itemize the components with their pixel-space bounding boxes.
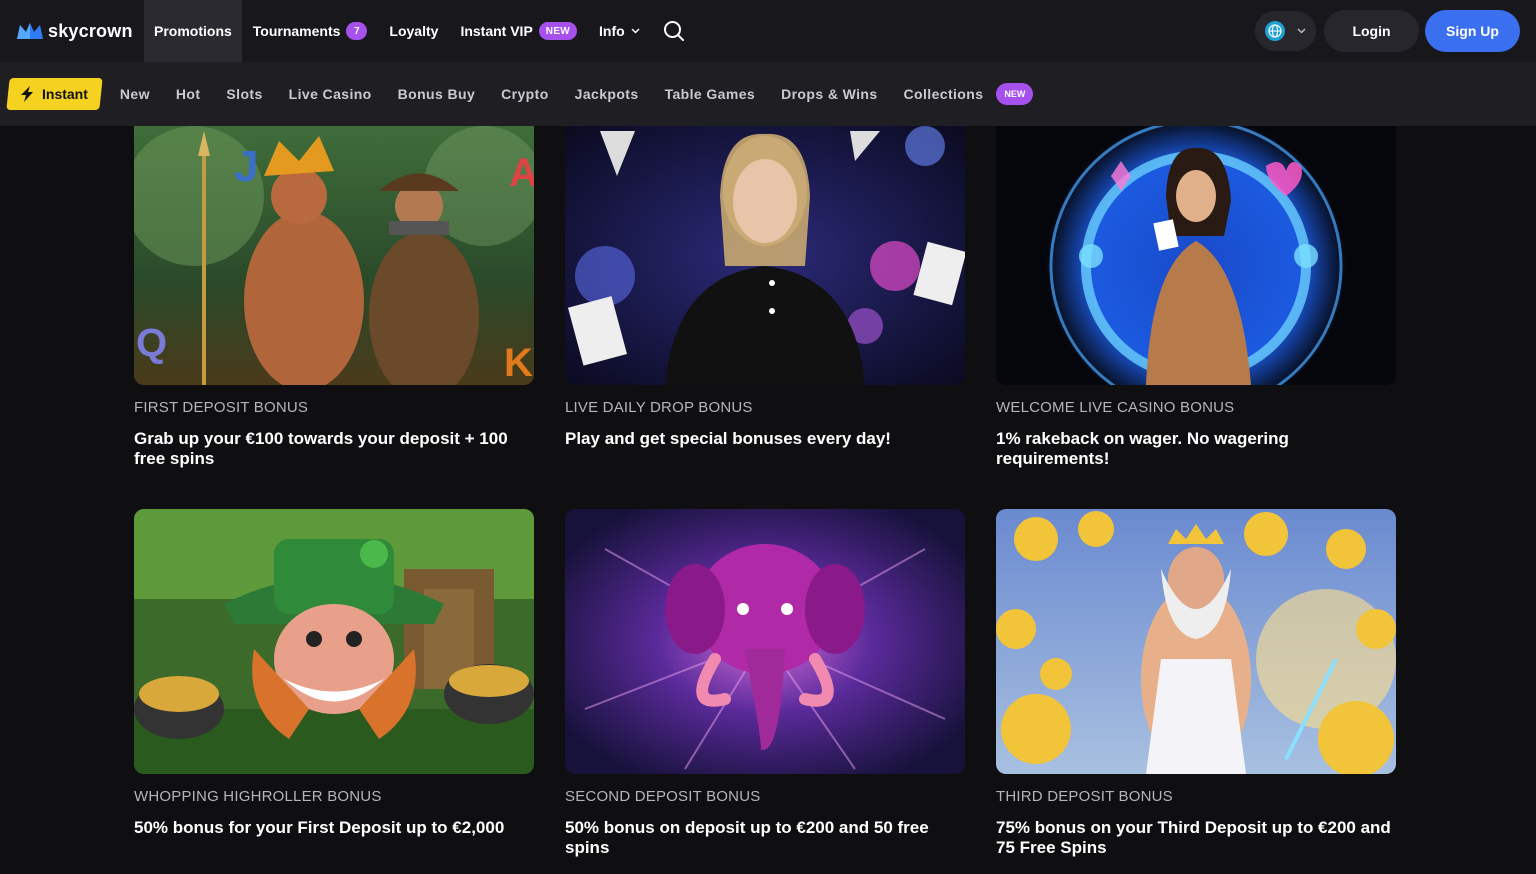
top-navigation: skycrown Promotions Tournaments 7 Loyalt…: [0, 0, 1536, 62]
nav-loyalty-label: Loyalty: [389, 23, 439, 39]
nav-tournaments-label: Tournaments: [252, 23, 341, 39]
category-instant[interactable]: Instant: [6, 78, 103, 110]
account-actions: Login Sign Up: [1255, 10, 1536, 52]
svg-text:K: K: [504, 341, 533, 385]
promo-card[interactable]: WELCOME LIVE CASINO BONUS 1% rakeback on…: [996, 126, 1396, 469]
category-hot[interactable]: Hot: [163, 86, 214, 102]
promo-title: 50% bonus for your First Deposit up to €…: [134, 818, 505, 837]
category-table-games[interactable]: Table Games: [652, 86, 769, 102]
nav-promotions[interactable]: Promotions: [144, 0, 242, 62]
nav-loyalty[interactable]: Loyalty: [378, 0, 449, 62]
category-jackpots[interactable]: Jackpots: [562, 86, 652, 102]
promo-image-zeus: [996, 509, 1396, 774]
chevron-down-icon: [631, 28, 640, 34]
login-button[interactable]: Login: [1324, 10, 1419, 52]
category-slots[interactable]: Slots: [213, 86, 275, 102]
promo-kicker: WHOPPING HIGHROLLER BONUS: [134, 788, 382, 805]
crown-logo-icon: [17, 23, 43, 39]
promo-kicker: LIVE DAILY DROP BONUS: [565, 399, 753, 416]
category-instant-label: Instant: [42, 86, 88, 102]
brand-name: skycrown: [48, 20, 133, 41]
promo-image-purple-mammoth: [565, 509, 965, 774]
promo-title: 50% bonus on deposit up to €200 and 50 f…: [565, 818, 929, 857]
promo-card[interactable]: SECOND DEPOSIT BONUS 50% bonus on deposi…: [565, 509, 965, 858]
promo-image-leprechaun: [134, 509, 534, 774]
collections-new-badge: NEW: [996, 83, 1034, 105]
nav-tournaments[interactable]: Tournaments 7: [242, 0, 379, 62]
nav-info-dropdown[interactable]: Info: [588, 0, 651, 62]
promo-title: Grab up your €100 towards your deposit +…: [134, 429, 508, 468]
promo-kicker: FIRST DEPOSIT BONUS: [134, 399, 309, 416]
promo-title: Play and get special bonuses every day!: [565, 429, 891, 448]
instant-vip-new-badge: NEW: [538, 22, 578, 40]
category-new[interactable]: New: [107, 86, 163, 102]
tournaments-count-badge: 7: [346, 22, 368, 40]
category-bar: Instant New Hot Slots Live Casino Bonus …: [0, 62, 1536, 126]
search-button[interactable]: [651, 0, 697, 62]
brand-logo[interactable]: skycrown: [0, 0, 144, 62]
category-bonus-buy[interactable]: Bonus Buy: [385, 86, 489, 102]
promo-image-live-dealer: [565, 126, 965, 385]
promo-card[interactable]: LIVE DAILY DROP BONUS Play and get speci…: [565, 126, 965, 469]
promo-card[interactable]: THIRD DEPOSIT BONUS 75% bonus on your Th…: [996, 509, 1396, 858]
category-drops-wins[interactable]: Drops & Wins: [768, 86, 890, 102]
promo-card[interactable]: J A Q K FIRST DEPOSIT BONUS Grab up your…: [134, 126, 534, 469]
signup-button[interactable]: Sign Up: [1425, 10, 1520, 52]
promo-title: 1% rakeback on wager. No wagering requir…: [996, 429, 1289, 468]
promo-card[interactable]: WHOPPING HIGHROLLER BONUS 50% bonus for …: [134, 509, 534, 858]
search-icon: [663, 21, 684, 41]
promo-kicker: THIRD DEPOSIT BONUS: [996, 788, 1173, 805]
nav-info-label: Info: [599, 23, 625, 39]
language-selector[interactable]: [1255, 11, 1316, 51]
promo-title: 75% bonus on your Third Deposit up to €2…: [996, 818, 1391, 857]
nav-instant-vip-label: Instant VIP: [460, 23, 533, 39]
promo-image-jungle-warrior: J A Q K: [134, 126, 534, 385]
category-live-casino[interactable]: Live Casino: [276, 86, 385, 102]
promo-kicker: SECOND DEPOSIT BONUS: [565, 788, 761, 805]
svg-text:A: A: [509, 151, 534, 195]
chevron-down-icon: [1297, 28, 1306, 34]
promotions-grid: J A Q K FIRST DEPOSIT BONUS Grab up your…: [134, 126, 1396, 858]
category-collections[interactable]: Collections: [891, 86, 997, 102]
svg-text:Q: Q: [136, 321, 167, 365]
nav-promotions-label: Promotions: [154, 23, 232, 39]
lightning-bolt-icon: [21, 86, 33, 102]
promo-image-blue-portal: [996, 126, 1396, 385]
globe-icon: [1265, 21, 1285, 41]
category-crypto[interactable]: Crypto: [488, 86, 562, 102]
promo-kicker: WELCOME LIVE CASINO BONUS: [996, 399, 1235, 416]
svg-text:J: J: [234, 142, 258, 191]
nav-instant-vip[interactable]: Instant VIP NEW: [449, 0, 588, 62]
